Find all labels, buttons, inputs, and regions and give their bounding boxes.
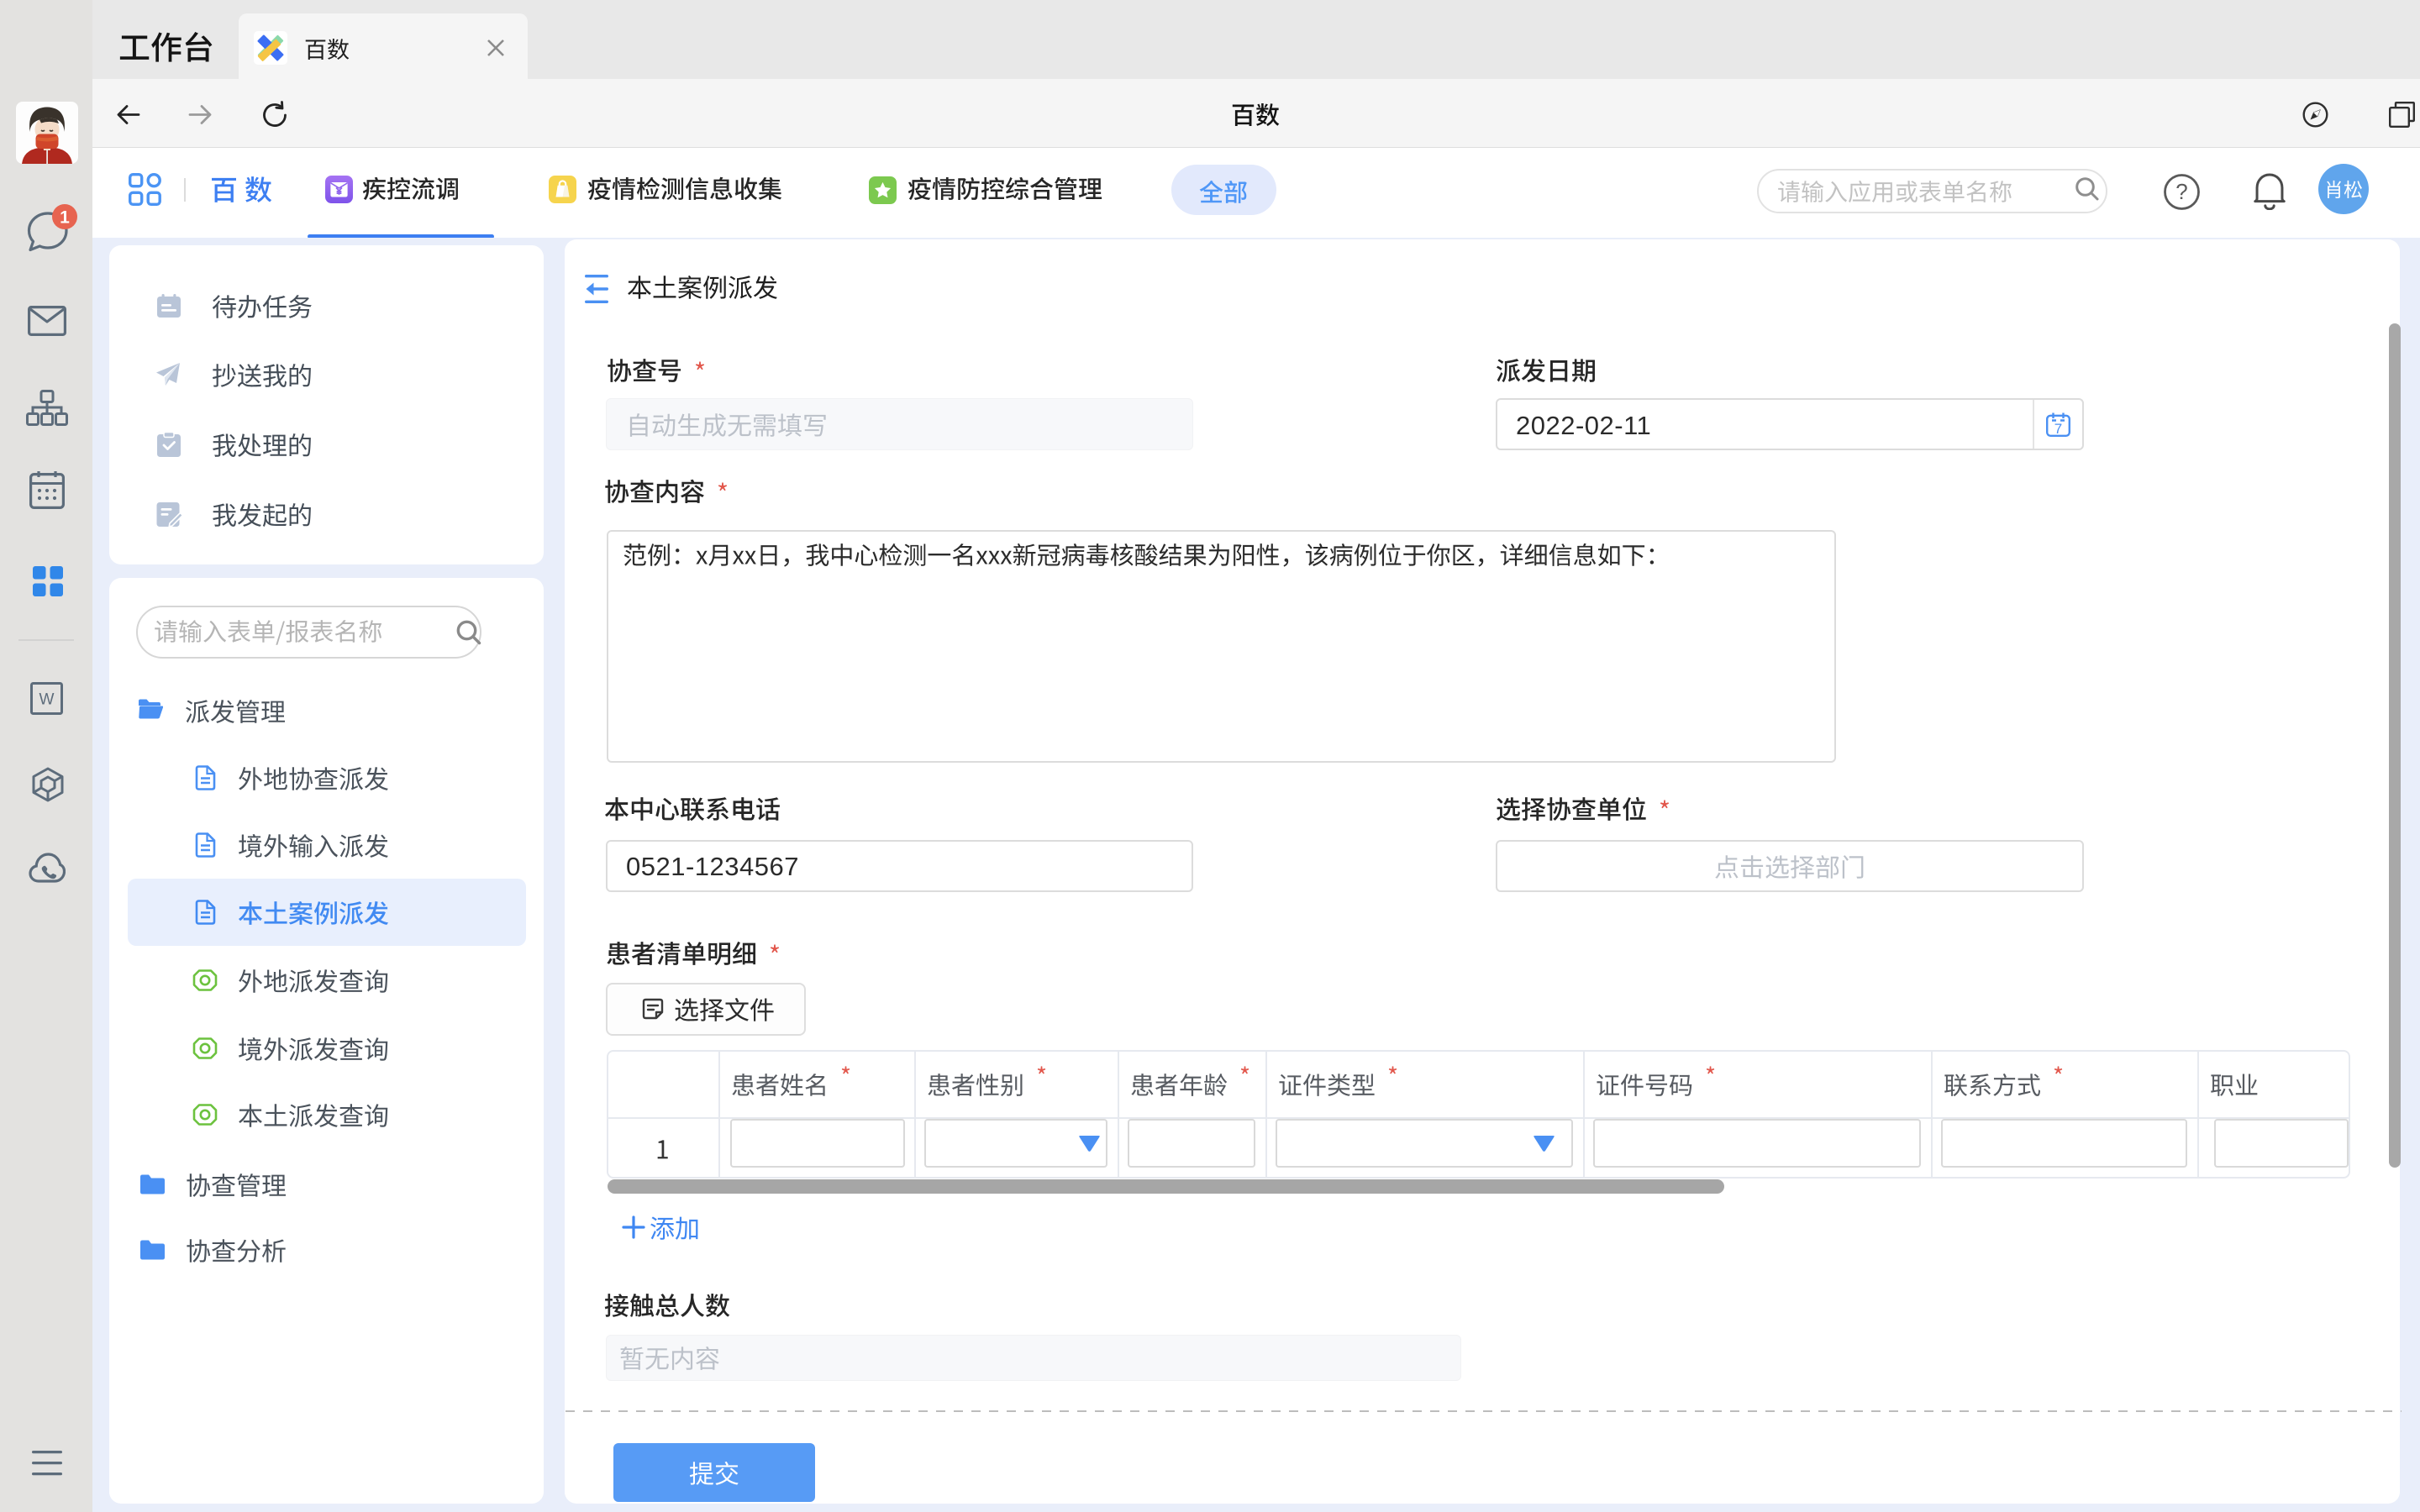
svg-text:?: ? bbox=[2175, 179, 2187, 204]
svg-text:1: 1 bbox=[60, 208, 70, 228]
svg-text:W: W bbox=[39, 691, 55, 709]
svg-text:7: 7 bbox=[2054, 421, 2062, 437]
